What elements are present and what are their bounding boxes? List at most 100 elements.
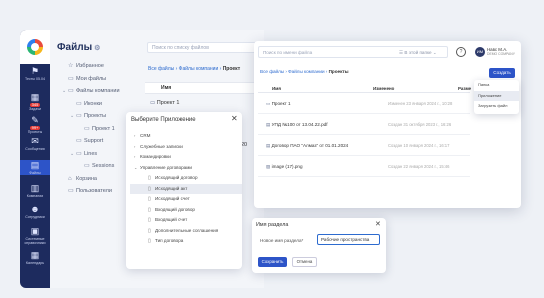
section-field-label: Новое имя раздела*: [260, 238, 304, 243]
book-icon: ▣: [30, 226, 40, 236]
folder-icon: ▭: [76, 138, 82, 144]
section-name-input[interactable]: Рабочие пространства: [317, 234, 380, 245]
row-name: Проект 1: [271, 101, 291, 106]
window-table-header: Имя Изменено Разме: [258, 84, 471, 93]
breadcrumb-company-files[interactable]: Файлы компании: [288, 69, 324, 74]
app-list-item[interactable]: ▯ Дополнительные соглашения: [130, 226, 242, 237]
close-icon[interactable]: ✕: [231, 114, 238, 123]
breadcrumb-company-files[interactable]: Файлы компании: [179, 66, 219, 72]
table-row[interactable]: ▭ Проект 1: [150, 100, 179, 106]
app-list: › CRM › Служебные записки › Командировки ⌄ Упра…: [130, 131, 242, 247]
breadcrumb-current: Проект: [222, 66, 241, 72]
table-row[interactable]: ▤ УПД №100 от 13.04.22.pdf Создан 31 октя…: [258, 114, 470, 135]
rail-item[interactable]: ✉ Сообщения: [20, 136, 50, 151]
breadcrumb-all-files[interactable]: Все файлы: [148, 66, 174, 72]
app-list-item-label: Входящий договор: [155, 206, 195, 212]
document-icon: ▯: [148, 175, 151, 181]
avatar[interactable]: ИМ: [475, 47, 485, 57]
rail-item[interactable]: ✎ 99+ Проекты: [20, 115, 50, 134]
app-logo-area[interactable]: [20, 30, 50, 64]
filter-dropdown[interactable]: ☰ В этой папке ⌄: [399, 50, 437, 56]
row-name: image (17).png: [271, 164, 303, 169]
menu-item[interactable]: Папка: [474, 80, 519, 91]
folder-icon: ▭: [68, 88, 74, 94]
app-list-item[interactable]: › CRM: [130, 131, 242, 142]
app-list-item[interactable]: ▯ Входящий счет: [130, 215, 242, 226]
folder-icon: ▭: [84, 125, 90, 132]
building-icon: ▥: [30, 183, 40, 193]
tree-item[interactable]: ▭ Иконки: [62, 98, 142, 111]
row-date: Создан 31 октября 2023 г., 16:26: [388, 122, 452, 127]
app-list-item[interactable]: › Служебные записки: [130, 142, 242, 153]
app-list-item-label: Управление договорами: [140, 164, 192, 170]
star-icon: ☆: [68, 63, 74, 69]
row-name: УПД №100 от 13.04.22.pdf: [271, 122, 328, 127]
tree-item-label: Иконки: [84, 100, 102, 107]
app-list-item-label: Исходящий договор: [155, 175, 198, 180]
search-input[interactable]: Поиск по списку файлов: [147, 42, 267, 53]
row-name-cell: ▤ УПД №100 от 13.04.22.pdf: [266, 114, 327, 135]
app-list-item[interactable]: ▯ Входящий договор: [130, 205, 242, 216]
menu-item[interactable]: Приложение: [474, 90, 519, 101]
cancel-button[interactable]: Отмена: [292, 257, 317, 267]
app-list-item[interactable]: ▯ Исходящий договор: [130, 173, 242, 184]
rail-item[interactable]: ▥ Компании: [20, 183, 50, 198]
document-icon: ▯: [148, 238, 151, 244]
app-list-item-label: Командировки: [140, 154, 171, 159]
window-search-input[interactable]: Поиск по имени файла ☰ В этой папке ⌄: [258, 46, 448, 58]
tree-item-label: Корзина: [76, 175, 97, 182]
app-list-item-label: Тип договора: [155, 238, 184, 243]
user-info[interactable]: Навс М.А. DEMO COMPANY: [487, 47, 515, 57]
help-icon[interactable]: ?: [456, 47, 466, 57]
col-name[interactable]: Имя: [272, 84, 281, 93]
folder-icon: ▭: [68, 188, 74, 194]
row-name-cell: ▭ Проект 1: [266, 93, 291, 114]
row-name-cell: ▨ image (17).png: [266, 156, 303, 177]
people-icon: ☻: [30, 204, 40, 214]
page-title: Файлы ⚙: [57, 42, 101, 53]
close-icon[interactable]: ✕: [375, 220, 381, 228]
menu-item[interactable]: Загрузить файл: [474, 101, 519, 112]
app-list-item-label: Исходящий акт: [155, 185, 188, 191]
rail-item-label: Проекты: [27, 130, 43, 134]
rail-item-label: Компании: [26, 194, 44, 198]
rail-item[interactable]: ▦ Календарь: [20, 250, 50, 265]
app-list-item[interactable]: › Командировки: [130, 152, 242, 163]
app-list-item[interactable]: ▯ Исходящий акт: [130, 183, 242, 194]
row-name: Договор ПАО "Алмаз" от 01.01.2024: [271, 143, 349, 148]
tree-item-label: Sessions: [92, 163, 115, 169]
table-row[interactable]: ▤ Договор ПАО "Алмаз" от 01.01.2024 Созда…: [258, 135, 470, 156]
tree-item[interactable]: ☆ Избранное: [62, 60, 142, 73]
table-row[interactable]: ▭ Проект 1 Изменен 23 января 2024 г., 10:…: [258, 93, 470, 114]
tree-item[interactable]: ⌄ ▭ Файлы компании: [62, 85, 142, 98]
gear-icon[interactable]: ⚙: [94, 45, 100, 52]
create-button[interactable]: Создать: [489, 68, 515, 78]
folder-icon: ▭: [76, 100, 82, 107]
app-list-item[interactable]: ▯ Исходящий счет: [130, 194, 242, 205]
folder-icon: ▭: [76, 150, 82, 157]
save-button[interactable]: Сохранить: [258, 257, 287, 267]
tree-item-label: Проекты: [84, 113, 107, 119]
rail-item[interactable]: ▤ Файлы: [20, 160, 50, 175]
app-list-item[interactable]: ⌄ Управление договорами: [130, 163, 242, 174]
tree-item-label: Пользователи: [76, 188, 112, 194]
col-modified[interactable]: Изменено: [373, 84, 394, 93]
rail-item[interactable]: ▣ Системные справочники: [20, 226, 50, 245]
col-size[interactable]: Разме: [458, 84, 471, 93]
app-list-item-label: Дополнительные соглашения: [155, 227, 219, 233]
tree-item[interactable]: ▭ Мои файлы: [62, 73, 142, 86]
rail-item-label: Сообщения: [25, 147, 45, 151]
rail-item[interactable]: ▦ 345 Задачи: [20, 92, 50, 111]
tree-item-label: Проект 1: [92, 125, 115, 132]
select-app-dialog-title: Выберите Приложение: [131, 117, 196, 123]
folder-icon: ▭: [84, 163, 90, 169]
rail-item-label: Задачи: [28, 107, 42, 111]
rail-item-label: Календарь: [25, 261, 45, 265]
breadcrumb-all-files[interactable]: Все файлы: [260, 69, 284, 74]
rail-item[interactable]: ☻ Сотрудники: [20, 204, 50, 219]
app-list-item[interactable]: ▯ Тип договора: [130, 236, 242, 247]
rail-item-label: Сотрудники: [25, 215, 45, 219]
rail-item[interactable]: ⚑ Тесты 05.04: [20, 66, 50, 81]
calendar-icon: ▦: [30, 92, 40, 102]
table-row[interactable]: ▨ image (17).png Создан 22 января 2024 г.…: [258, 156, 470, 177]
